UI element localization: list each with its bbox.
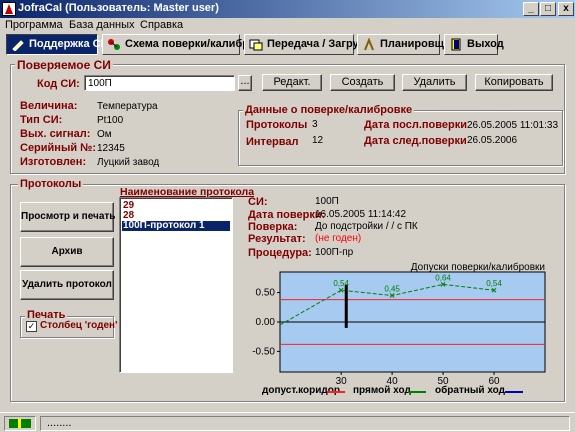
print-column-label: Столбец 'годен'	[40, 320, 118, 331]
quantity-value: Температура	[97, 101, 158, 112]
toolbar: Поддержка СИ Схема поверки/калибровки Пе…	[0, 34, 575, 58]
quantity-label: Величина:	[20, 100, 78, 112]
procedure-value: 100П-пр	[315, 247, 354, 258]
result-label: Результат:	[248, 233, 306, 245]
next-date-value: 26.05.2006	[467, 135, 518, 146]
view-print-button[interactable]: Просмотр и печать	[20, 202, 115, 232]
y-tick-label: 0.00	[256, 317, 276, 328]
pencil-icon	[12, 40, 24, 51]
protocol-list-item[interactable]: 29	[122, 201, 230, 211]
legend-corridor-swatch	[327, 391, 345, 393]
calib-group-title: Данные о поверке/калибровке	[243, 104, 415, 116]
exit-button-label: Выход	[467, 38, 504, 50]
data-label: 0,54	[486, 279, 502, 288]
status-text: ........	[40, 416, 570, 431]
scheme-icon	[108, 39, 120, 50]
protocols-group-title: Протоколы	[18, 178, 84, 190]
protocol-list[interactable]: 29 28 100П-протокол 1	[119, 197, 233, 373]
maker-value: Луцкий завод	[97, 157, 160, 168]
legend-forward-swatch	[408, 391, 426, 393]
check-type-value: До подстройки / / с ПК	[315, 221, 418, 232]
app-icon	[2, 2, 16, 16]
tab-support[interactable]: Поддержка СИ	[6, 34, 108, 55]
exit-door-icon	[451, 38, 461, 51]
tab-transfer[interactable]: Передача / Загрузка	[244, 34, 376, 55]
interval-value: 12	[312, 135, 324, 146]
window-title: JofraCal (Пользователь: Master user)	[18, 2, 219, 14]
legend-reverse-swatch	[505, 391, 523, 393]
archive-button[interactable]: Архив	[20, 237, 114, 267]
si-label: СИ:	[248, 196, 268, 208]
menu-bar: Программа База данных Справка	[0, 18, 575, 34]
data-label: 0,64	[435, 273, 451, 282]
output-value: Ом	[97, 129, 112, 140]
planner-icon	[364, 38, 374, 51]
create-button[interactable]: Создать	[330, 74, 395, 91]
code-label: Код СИ:	[37, 78, 80, 90]
menu-database[interactable]: База данных	[69, 19, 135, 31]
menu-program[interactable]: Программа	[5, 19, 63, 31]
next-date-label: Дата след.поверки	[364, 135, 467, 147]
protocols-count-value: 3	[312, 119, 318, 130]
serial-label: Серийный №:	[20, 142, 97, 154]
last-date-value: 26.05.2005 11:01:33	[467, 120, 559, 131]
data-label: 0,54	[333, 279, 349, 288]
delete-protocol-button[interactable]: Удалить протокол	[20, 270, 114, 300]
legend-forward-label: прямой ход	[353, 385, 411, 396]
title-bar: JofraCal (Пользователь: Master user) _ □…	[0, 0, 575, 18]
data-label: 0,45	[384, 285, 400, 294]
tab-planner[interactable]: Планировщик	[357, 34, 456, 55]
chart-title: Допуски поверки/калибровки	[411, 262, 545, 273]
close-button[interactable]: x	[558, 2, 574, 16]
procedure-label: Процедура:	[248, 247, 312, 259]
check-date-label: Дата поверки:	[248, 209, 326, 221]
connection-icon	[9, 419, 31, 428]
minimize-button[interactable]: _	[523, 2, 539, 16]
type-value: Pt100	[97, 115, 124, 126]
tolerance-chart: Допуски поверки/калибровки0.500.00-0.503…	[252, 262, 546, 386]
protocols-count-label: Протоколы	[246, 119, 308, 131]
status-indicator	[4, 416, 36, 431]
edit-button[interactable]: Редакт.	[262, 74, 322, 91]
y-tick-label: -0.50	[252, 346, 275, 357]
last-date-label: Дата посл.поверки	[364, 119, 467, 131]
interval-label: Интервал	[246, 136, 299, 148]
serial-value: 12345	[97, 143, 125, 154]
maker-label: Изготовлен:	[20, 156, 87, 168]
status-bar: ........	[0, 412, 575, 432]
y-tick-label: 0.50	[256, 288, 276, 299]
code-input[interactable]: 100П	[84, 75, 235, 91]
browse-button[interactable]: ...	[238, 75, 252, 91]
check-type-label: Поверка:	[248, 221, 298, 233]
tab-scheme[interactable]: Схема поверки/калибровки	[102, 34, 275, 55]
copy-button[interactable]: Копировать	[475, 74, 553, 91]
maximize-button[interactable]: □	[540, 2, 556, 16]
result-value: (не годен)	[315, 233, 362, 244]
print-column-checkbox[interactable]: ✓	[26, 321, 37, 332]
transfer-icon	[249, 39, 263, 51]
exit-button[interactable]: Выход	[444, 34, 504, 55]
si-value: 100П	[315, 196, 339, 207]
legend-reverse-label: обратный ход	[435, 385, 505, 396]
delete-button[interactable]: Удалить	[402, 74, 467, 91]
device-group-title: Поверяемое СИ	[15, 58, 113, 72]
protocol-list-item-selected[interactable]: 100П-протокол 1	[122, 221, 230, 231]
check-date-value: 16.05.2005 11:14:42	[315, 209, 407, 220]
tab-support-label: Поддержка СИ	[29, 38, 109, 50]
type-label: Тип СИ:	[20, 114, 63, 126]
menu-help[interactable]: Справка	[140, 19, 183, 31]
output-label: Вых. сигнал:	[20, 128, 91, 140]
